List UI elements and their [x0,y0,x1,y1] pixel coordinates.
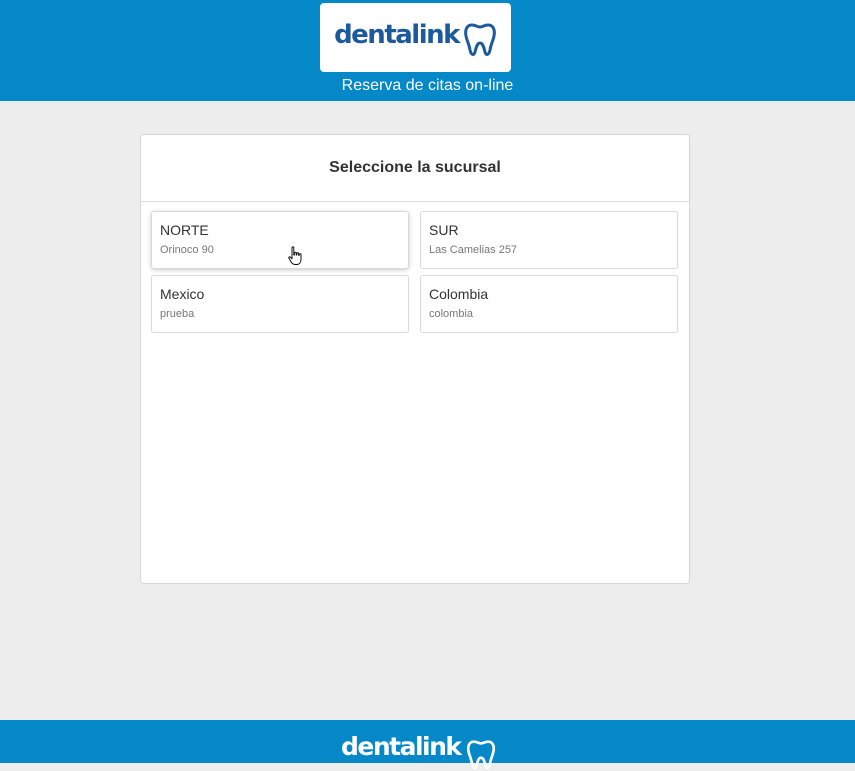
page-title: Seleccione la sucursal [141,135,689,202]
branch-address: Orinoco 90 [160,244,214,256]
header-bar: dentalink Reserva de citas on-line [0,0,855,101]
footer-bar: dentalink [0,720,855,770]
branch-card-sur[interactable]: SUR Las Camelias 257 [420,211,678,269]
branch-address: colombia [429,308,474,320]
branch-card-colombia[interactable]: Colombia colombia [420,275,678,333]
branch-card-mexico[interactable]: Mexico prueba [151,275,409,333]
logo-text: dentalink [334,19,460,50]
branch-address: Las Camelias 257 [429,244,518,256]
footer-logo-text: dentalink [341,732,462,761]
branch-address: prueba [160,308,195,320]
branch-name: Mexico [160,286,205,302]
logo[interactable]: dentalink [320,3,511,72]
pointer-hand-icon [288,246,302,265]
branch-name: Colombia [429,286,489,302]
tooth-icon [466,740,495,770]
tooth-icon [464,23,496,56]
branch-name: NORTE [160,222,209,238]
branch-card-norte[interactable]: NORTE Orinoco 90 [151,211,409,269]
branch-name: SUR [429,222,459,238]
branch-selection-card: Seleccione la sucursal NORTE Orinoco 90 … [140,134,690,584]
footer-logo[interactable]: dentalink [341,732,498,771]
tagline: Reserva de citas on-line [341,77,514,94]
